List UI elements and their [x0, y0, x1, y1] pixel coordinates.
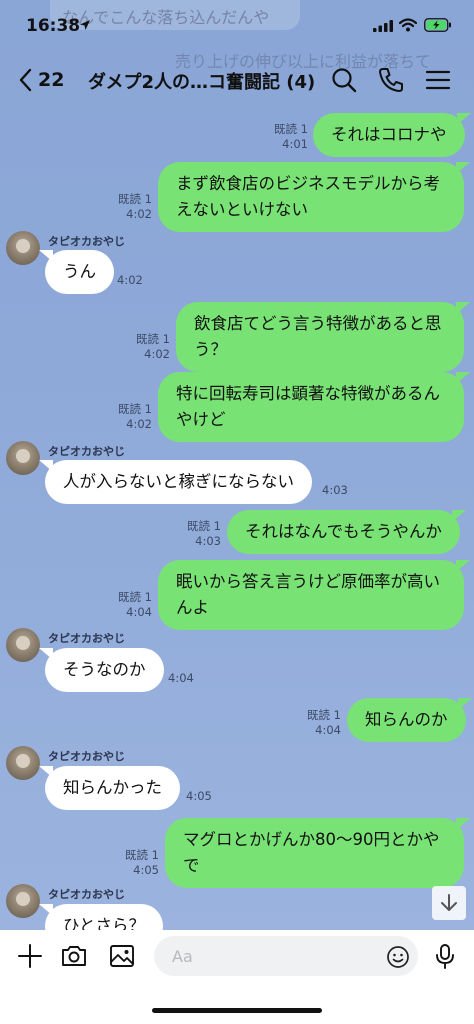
wifi-icon [399, 18, 417, 32]
chat-header: 22 ダメプ2人の…コ奮闘記 (4) [0, 52, 474, 108]
message-meta: 既読 1 4:04 [118, 590, 152, 619]
avatar[interactable] [6, 628, 40, 662]
status-bar: 16:38 [0, 0, 474, 52]
message-time: 4:03 [322, 483, 348, 497]
chevron-left-icon [19, 68, 32, 92]
outgoing-message[interactable]: 知らんのか [347, 698, 471, 742]
search-icon[interactable] [330, 66, 358, 94]
message-meta: 既読 1 4:02 [118, 402, 152, 431]
outgoing-message[interactable]: 特に回転寿司は顕著な特徴があるん やけど [158, 372, 470, 442]
message-meta: 既読 1 4:03 [187, 519, 221, 548]
message-input[interactable] [154, 936, 418, 976]
incoming-message[interactable]: うん [39, 250, 114, 294]
back-button[interactable]: 22 [18, 66, 64, 94]
message-meta: 既読 1 4:02 [118, 192, 152, 221]
message-time: 4:04 [168, 671, 194, 685]
incoming-message[interactable]: そうなのか [39, 648, 164, 692]
message-time: 4:02 [117, 273, 143, 287]
phone-icon[interactable] [377, 66, 405, 94]
message-meta: 既読 1 4:04 [307, 708, 341, 737]
outgoing-message[interactable]: まず飲食店のビジネスモデルから考 えないといけない [158, 162, 470, 232]
outgoing-message[interactable]: それはコロナや [313, 113, 470, 157]
image-icon[interactable] [108, 942, 136, 970]
signal-icon [373, 20, 393, 32]
emoji-icon[interactable] [386, 945, 410, 969]
message-time: 4:05 [186, 789, 212, 803]
message-meta: 既読 1 4:01 [274, 122, 308, 151]
chat-title[interactable]: ダメプ2人の…コ奮闘記 (4) [88, 68, 315, 94]
incoming-message[interactable]: ひとさら？ [38, 904, 164, 930]
camera-icon[interactable] [60, 942, 88, 970]
outgoing-message[interactable]: 飲食店てどう言う特徴があると思 う？ [176, 302, 470, 372]
avatar[interactable] [6, 441, 40, 475]
message-meta: 既読 1 4:05 [125, 848, 159, 877]
status-time: 16:38 [26, 16, 81, 36]
location-arrow-icon [80, 20, 90, 30]
scroll-to-bottom-button[interactable] [432, 886, 466, 920]
chat-background: なんでこんな落ち込んだんや 売り上げの伸び以上に利益が落ちて 16:38 22 … [0, 0, 474, 930]
menu-icon[interactable] [424, 66, 452, 94]
outgoing-message[interactable]: マグロとかげんか80〜90円とかやで [165, 818, 470, 888]
incoming-message[interactable]: 知らんかった [39, 766, 180, 810]
outgoing-message[interactable]: それはなんでもそうやんか [227, 510, 466, 554]
message-meta: 既読 1 4:02 [136, 332, 170, 361]
avatar[interactable] [6, 231, 40, 265]
plus-icon[interactable] [16, 942, 44, 970]
battery-charging-icon [424, 18, 451, 32]
incoming-message[interactable]: 人が入らないと稼ぎにならない [39, 460, 312, 504]
avatar[interactable] [6, 884, 40, 918]
sender-name: タピオカおやじ [48, 888, 125, 901]
outgoing-message[interactable]: 眠いから答え言うけど原価率が高い んよ [158, 560, 470, 630]
home-indicator [152, 1008, 322, 1013]
sender-name: タピオカおやじ [48, 445, 125, 458]
sender-name: タピオカおやじ [48, 235, 125, 248]
avatar[interactable] [6, 746, 40, 780]
microphone-icon[interactable] [431, 942, 459, 970]
sender-name: タピオカおやじ [48, 632, 125, 645]
arrow-down-icon [441, 894, 457, 911]
unread-count: 22 [38, 69, 65, 91]
sender-name: タピオカおやじ [48, 750, 125, 763]
